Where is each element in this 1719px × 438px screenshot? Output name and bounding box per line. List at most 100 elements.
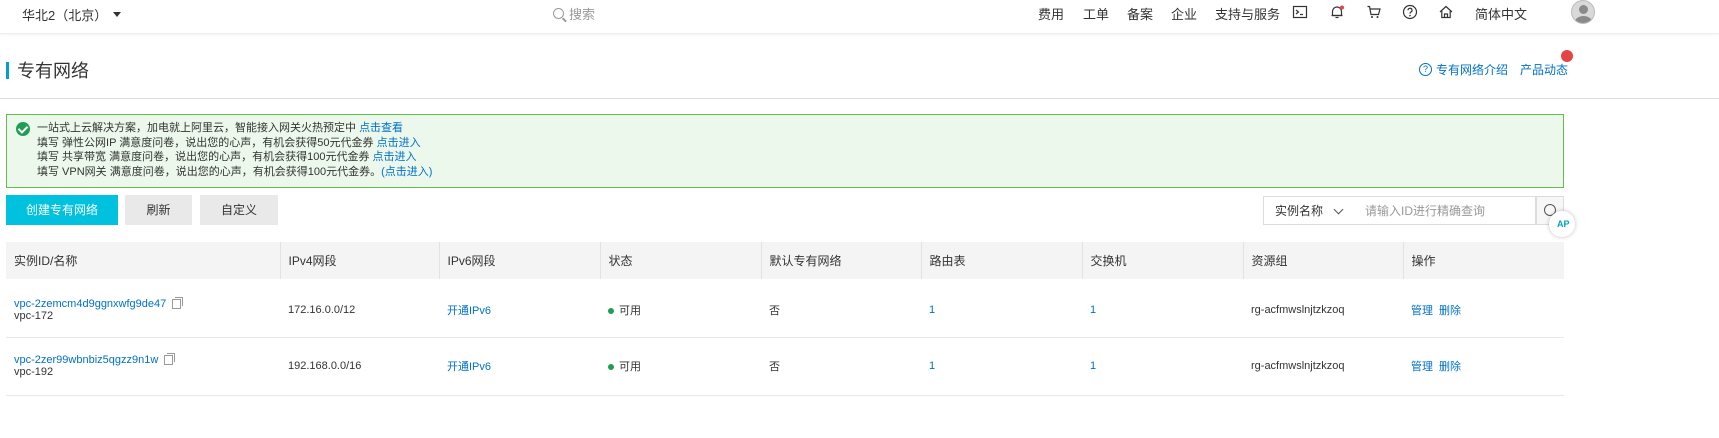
status-text: 可用 [619,304,641,317]
status-text: 可用 [619,361,641,373]
notice-line: 填写 弹性公网IP 满意度问卷，说出您的心声，有机会获得50元代金券 点击进入 [37,136,1563,151]
terminal-icon[interactable] [1292,4,1308,20]
search-icon [553,8,564,19]
col-header-ipv4: IPv4网段 [279,242,439,279]
enable-ipv6-link[interactable]: 开通IPv6 [447,305,491,317]
vpc-intro-label: 专有网络介绍 [1436,63,1509,77]
table-row: vpc-2zemcm4d9ggnxwfg9de47 vpc-172 172.16… [6,279,1564,338]
manage-link[interactable]: 管理 [1411,361,1433,373]
nav-enterprise[interactable]: 企业 [1171,4,1197,23]
cell-ipv6: 开通IPv6 [439,337,600,396]
cell-default: 否 [761,279,921,338]
delete-link[interactable]: 删除 [1439,361,1461,373]
copy-icon[interactable] [164,353,176,366]
api-badge[interactable]: AP [1549,211,1575,237]
vpc-name: vpc-172 [14,309,54,322]
col-header-ipv6: IPv6网段 [438,242,600,279]
status-dot-icon [608,364,614,371]
home-icon[interactable] [1438,4,1454,20]
col-header-default: 默认专有网络 [760,242,921,279]
vswitch-link[interactable]: 1 [1090,360,1096,372]
col-header-actions: 操作 [1402,242,1564,279]
page-header: 专有网络 [6,57,89,83]
route-table-link[interactable]: 1 [929,304,935,316]
cell-resource-group: rg-acfmwslnjtzkzoq [1243,279,1403,338]
language-switch[interactable]: 简体中文 [1475,4,1527,23]
vpc-id-link[interactable]: vpc-2zemcm4d9ggnxwfg9de47 [14,298,166,310]
enable-ipv6-link[interactable]: 开通IPv6 [447,361,491,373]
product-news-link[interactable]: 产品动态 [1520,61,1568,78]
notice-line: 填写 VPN网关 满意度问卷，说出您的心声，有机会获得100元代金券。(点击进入… [37,165,1563,180]
help-circle-icon: ? [1419,63,1432,76]
cell-ipv6: 开通IPv6 [439,279,600,338]
vpc-id-link[interactable]: vpc-2zer99wbnbiz5qgzz9n1w [14,354,158,366]
page-title: 专有网络 [17,61,89,81]
status-dot-icon [608,307,614,314]
customize-button[interactable]: 自定义 [200,195,278,225]
chevron-down-icon [113,12,122,17]
refresh-button[interactable]: 刷新 [125,195,192,225]
notice-text: 填写 共享带宽 满意度问卷，说出您的心声，有机会获得100元代金券 [37,151,373,163]
cell-default: 否 [761,337,921,396]
route-table-link[interactable]: 1 [929,360,935,372]
cell-actions: 管理 删除 [1403,279,1564,338]
global-search[interactable]: 搜索 [553,4,595,23]
filter-input[interactable] [1353,196,1536,225]
create-vpc-button[interactable]: 创建专有网络 [6,195,118,225]
help-icon[interactable] [1402,4,1418,20]
notice-text: 填写 VPN网关 满意度问卷，说出您的心声，有机会获得100元代金券。 [37,165,382,178]
nav-billing[interactable]: 费用 [1038,4,1064,23]
col-header-id: 实例ID/名称 [6,242,280,279]
cell-ipv4: 172.16.0.0/12 [280,279,439,338]
notice-link[interactable]: 点击查看 [359,122,403,134]
vpc-table: 实例ID/名称 IPv4网段 IPv6网段 状态 默认专有网络 路由表 交换机 … [6,242,1564,396]
notification-dot [1561,50,1573,62]
notice-line: 一站式上云解决方案，加电就上阿里云，智能接入网关火热预定中 点击查看 [37,121,1563,136]
filter-select-value: 实例名称 [1275,204,1324,218]
chevron-down-icon [1333,204,1344,215]
manage-link[interactable]: 管理 [1411,305,1433,317]
title-accent-bar [6,61,9,79]
notice-banner: 一站式上云解决方案，加电就上阿里云，智能接入网关火热预定中 点击查看 填写 弹性… [6,114,1564,188]
cell-vswitch: 1 [1082,337,1243,396]
search-placeholder: 搜索 [569,7,596,22]
cell-status: 可用 [600,337,761,396]
cell-actions: 管理 删除 [1403,337,1564,396]
cell-status: 可用 [600,279,761,338]
nav-support[interactable]: 支持与服务 [1215,4,1280,23]
nav-tickets[interactable]: 工单 [1083,4,1109,23]
notice-text: 一站式上云解决方案，加电就上阿里云，智能接入网关火热预定中 [37,122,360,134]
cell-ipv4: 192.168.0.0/16 [280,337,439,396]
header-divider [0,98,1719,99]
col-header-resource-group: 资源组 [1242,242,1403,279]
cell-route-table: 1 [921,337,1082,396]
delete-link[interactable]: 删除 [1439,305,1461,317]
cart-icon[interactable] [1366,4,1382,20]
notice-link[interactable]: 点击进入 [377,137,421,149]
cell-id-name: vpc-2zemcm4d9ggnxwfg9de47 vpc-172 [6,279,280,338]
notice-link[interactable]: (点击进入) [381,166,432,178]
cell-id-name: vpc-2zer99wbnbiz5qgzz9n1w vpc-192 [6,337,280,396]
avatar[interactable] [1571,0,1595,24]
filter-select[interactable]: 实例名称 [1263,196,1354,225]
region-selector[interactable]: 华北2（北京） [22,5,122,24]
bell-icon[interactable] [1329,4,1345,20]
region-label: 华北2（北京） [22,8,108,23]
col-header-vswitch: 交换机 [1081,242,1243,279]
check-circle-icon [16,122,30,136]
table-header-row: 实例ID/名称 IPv4网段 IPv6网段 状态 默认专有网络 路由表 交换机 … [6,242,1564,279]
cell-route-table: 1 [921,279,1082,338]
nav-icp[interactable]: 备案 [1127,4,1153,23]
notice-link[interactable]: 点击进入 [373,151,417,163]
notice-text: 填写 弹性公网IP 满意度问卷，说出您的心声，有机会获得50元代金券 [37,136,377,149]
cell-vswitch: 1 [1082,279,1243,338]
vpc-intro-link[interactable]: ? 专有网络介绍 [1419,61,1508,78]
notice-line: 填写 共享带宽 满意度问卷，说出您的心声，有机会获得100元代金券 点击进入 [37,150,1563,165]
top-bar: 华北2（北京） 搜索 费用 工单 备案 企业 支持与服务 简体中文 [0,0,1719,34]
col-header-route-table: 路由表 [920,242,1082,279]
copy-icon[interactable] [172,296,184,309]
cell-resource-group: rg-acfmwslnjtzkzoq [1243,337,1403,396]
table-row: vpc-2zer99wbnbiz5qgzz9n1w vpc-192 192.16… [6,337,1564,396]
vpc-name: vpc-192 [14,366,54,378]
vswitch-link[interactable]: 1 [1090,304,1096,316]
